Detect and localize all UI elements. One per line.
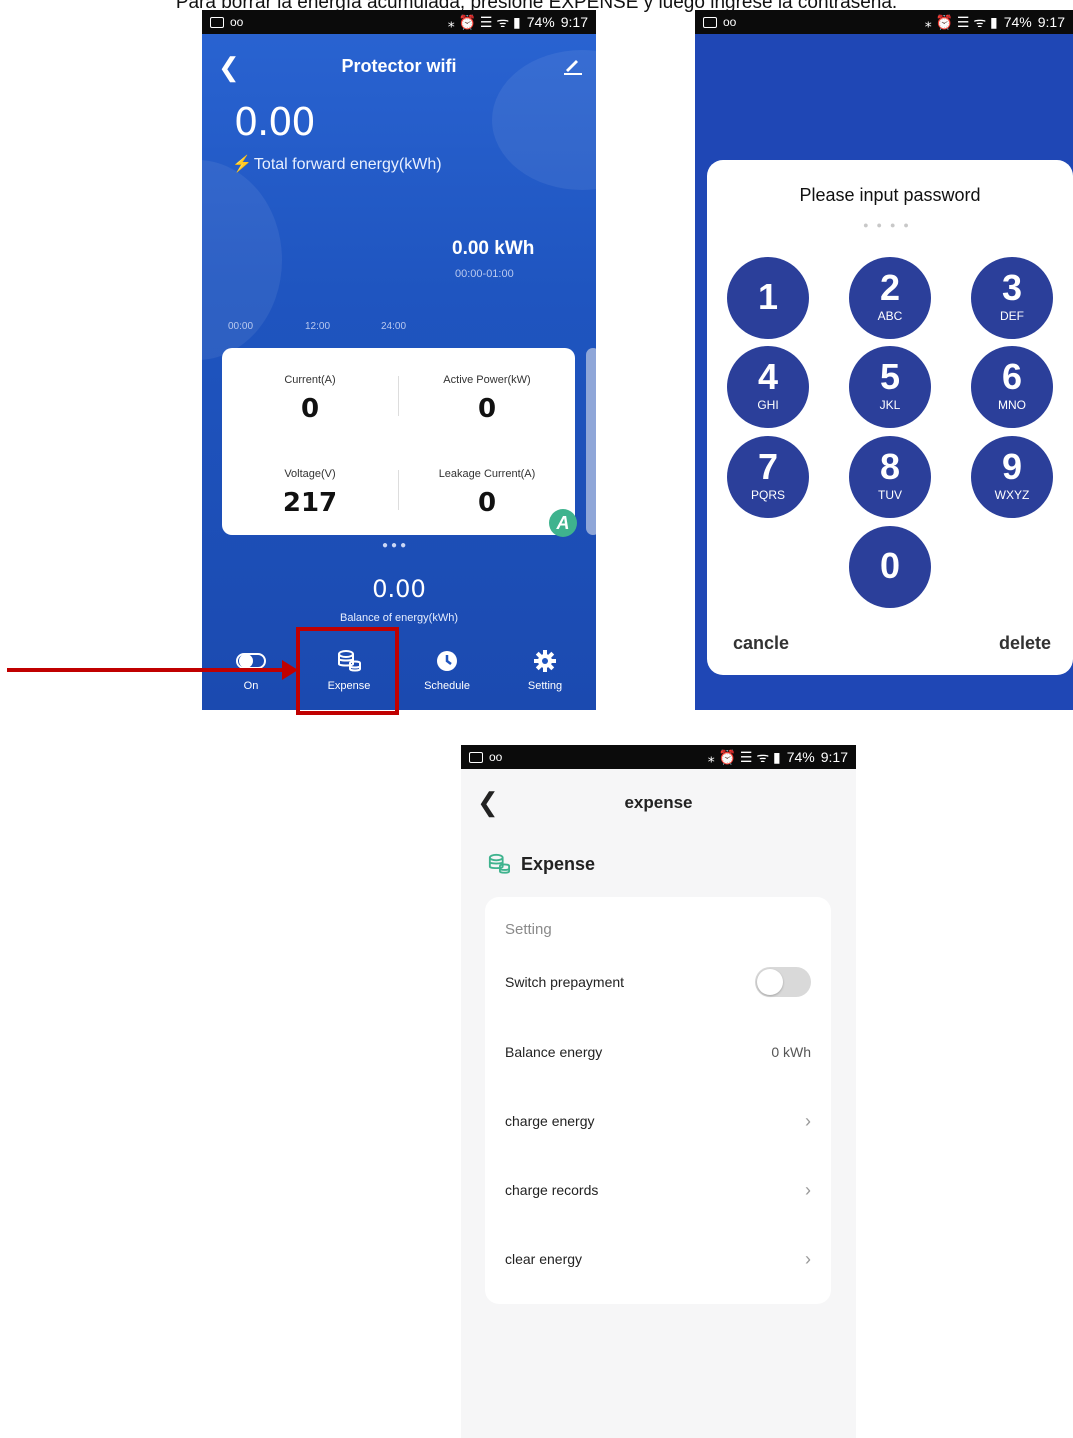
status-bar: oo ⁎ ⏰ ☰ ᯤ ▮ 74% 9:17 [461,745,856,769]
total-energy-label: ⚡ Total forward energy(kWh) [232,156,442,173]
assistant-badge[interactable]: A [549,509,577,537]
expense-screen: oo ⁎ ⏰ ☰ ᯤ ▮ 74% 9:17 ❮ expense Expense … [461,745,856,1438]
page-indicator: ●●● [382,540,410,551]
key-3[interactable]: 3 DEF [971,257,1053,339]
metric-leakage-current: Leakage Current(A) 0 [438,468,536,518]
password-screen: oo ⁎ ⏰ ☰ ᯤ ▮ 74% 9:17 Please input passw… [695,10,1073,710]
signal-icon: ⁎ ⏰ ☰ ᯤ ▮ [707,748,781,765]
charge-records-row[interactable]: charge records › [505,1175,811,1205]
section-header: Expense [487,853,595,875]
nav-setting[interactable]: Setting [496,648,594,692]
key-0[interactable]: 0 [849,526,931,608]
metrics-card[interactable]: Current(A) 0 Active Power(kW) 0 Voltage(… [222,348,577,537]
prepayment-toggle[interactable] [755,967,811,997]
password-title: Please input password [799,185,981,205]
battery-level: 74% [786,749,815,765]
coins-icon [488,853,510,874]
status-bar: oo ⁎ ⏰ ☰ ᯤ ▮ 74% 9:17 [202,10,596,34]
status-bar: oo ⁎ ⏰ ☰ ᯤ ▮ 74% 9:17 [695,10,1073,34]
gallery-icon [469,751,483,763]
balance-energy-row: Balance energy 0 kWh [505,1037,811,1067]
hourly-energy-range: 00:00-01:00 [455,268,514,280]
password-dialog: Please input password ●●●● 1 2 ABC 3 DEF 4… [707,160,1073,675]
voicemail-icon: oo [489,750,503,764]
key-6[interactable]: 6 MNO [971,346,1053,428]
page-title: expense [624,793,693,812]
key-8[interactable]: 8 TUV [849,436,931,518]
gallery-icon [210,16,224,28]
section-title: Setting [505,921,552,938]
voicemail-icon: oo [723,15,737,29]
pointer-arrow [7,668,287,672]
key-2[interactable]: 2 ABC [849,257,931,339]
gear-icon [534,650,556,672]
time-axis-label: 12:00 [305,321,331,332]
settings-panel: Setting Switch prepayment Balance energy… [485,897,831,1304]
gallery-icon [703,16,717,28]
top-bar: ❮ expense [461,771,856,831]
charge-energy-row[interactable]: charge energy › [505,1106,811,1136]
signal-icon: ⁎ ⏰ ☰ ᯤ ▮ [447,13,521,30]
chevron-right-icon: › [805,1179,811,1200]
page-title: Protector wifi [341,56,457,76]
lightning-icon: ⚡ [232,156,252,173]
chevron-right-icon: › [805,1248,811,1269]
key-7[interactable]: 7 PQRS [727,436,809,518]
metric-active-power: Active Power(kW) 0 [443,374,531,424]
switch-prepayment-label: Switch prepayment [505,974,625,990]
total-energy-value: 0.00 [234,100,316,144]
top-bar: ❮ Protector wifi [202,34,596,102]
next-card-peek[interactable] [586,348,596,535]
time-axis-label: 24:00 [381,321,407,332]
expense-highlight-box [296,627,399,715]
clock-icon [437,651,457,671]
balance-energy-value: 0 kWh [771,1044,811,1060]
clear-energy-row[interactable]: clear energy › [505,1244,811,1274]
key-1[interactable]: 1 [727,257,809,339]
key-4[interactable]: 4 GHI [727,346,809,428]
chevron-right-icon: › [805,1110,811,1131]
battery-level: 74% [526,14,555,30]
balance-energy-label: Balance energy [505,1044,603,1060]
clock: 9:17 [560,14,588,30]
switch-prepayment-row: Switch prepayment [505,967,811,997]
balance-energy-value: 0.00 [372,575,426,603]
nav-schedule[interactable]: Schedule [398,648,496,692]
delete-button[interactable]: delete [999,633,1051,654]
clock: 9:17 [820,749,848,765]
metric-current: Current(A) 0 [284,374,336,424]
edit-icon[interactable] [562,54,584,76]
signal-icon: ⁎ ⏰ ☰ ᯤ ▮ [924,13,998,30]
key-5[interactable]: 5 JKL [849,346,931,428]
key-9[interactable]: 9 WXYZ [971,436,1053,518]
balance-energy-label: Balance of energy(kWh) [340,612,458,624]
battery-level: 74% [1003,14,1032,30]
clock: 9:17 [1037,14,1065,30]
hourly-energy-value: 0.00 kWh [452,238,535,259]
password-dots: ●●●● [863,220,917,230]
voicemail-icon: oo [230,15,244,29]
metric-voltage: Voltage(V) 217 [282,468,338,518]
cancel-button[interactable]: cancle [733,633,789,654]
bottom-nav: On Expense Schedule Setting [202,640,596,710]
home-screen: oo ⁎ ⏰ ☰ ᯤ ▮ 74% 9:17 ❮ Protector wifi 0… [202,10,596,710]
time-axis-label: 00:00 [228,321,254,332]
